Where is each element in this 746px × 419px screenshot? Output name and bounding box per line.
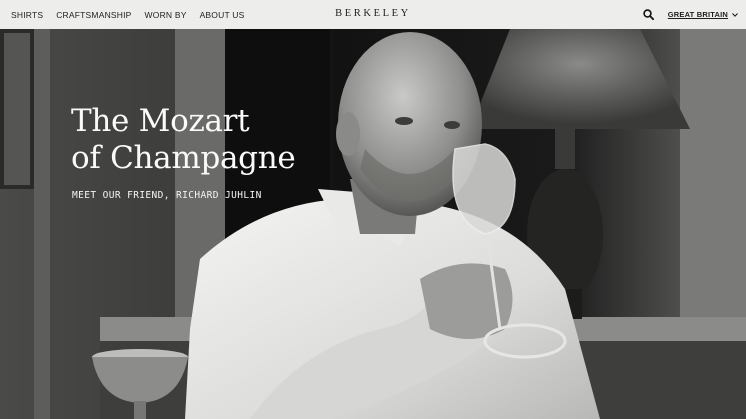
hero-subtitle-link[interactable]: MEET OUR FRIEND, RICHARD JUHLIN bbox=[72, 190, 262, 201]
nav-link-about-us[interactable]: ABOUT US bbox=[200, 10, 245, 20]
hero-banner[interactable]: The Mozart of Champagne MEET OUR FRIEND,… bbox=[0, 29, 746, 419]
top-navigation: SHIRTS CRAFTSMANSHIP WORN BY ABOUT US BE… bbox=[0, 0, 746, 29]
hero-title-line-2: of Champagne bbox=[71, 140, 296, 176]
region-selector[interactable]: GREAT BRITAIN bbox=[668, 10, 738, 19]
search-icon bbox=[643, 9, 655, 20]
search-button[interactable] bbox=[642, 8, 656, 22]
nav-link-shirts[interactable]: SHIRTS bbox=[11, 10, 43, 20]
hero-title: The Mozart of Champagne bbox=[71, 103, 296, 177]
brand-logo[interactable]: BERKELEY bbox=[335, 8, 411, 19]
nav-link-worn-by[interactable]: WORN BY bbox=[145, 10, 187, 20]
primary-nav: SHIRTS CRAFTSMANSHIP WORN BY ABOUT US bbox=[0, 10, 257, 20]
nav-link-craftsmanship[interactable]: CRAFTSMANSHIP bbox=[56, 10, 131, 20]
region-label: GREAT BRITAIN bbox=[667, 10, 728, 19]
hero-photo bbox=[0, 29, 746, 419]
chevron-down-icon bbox=[732, 12, 738, 17]
hero-title-line-1: The Mozart bbox=[71, 103, 250, 139]
nav-utilities: GREAT BRITAIN bbox=[642, 0, 738, 29]
